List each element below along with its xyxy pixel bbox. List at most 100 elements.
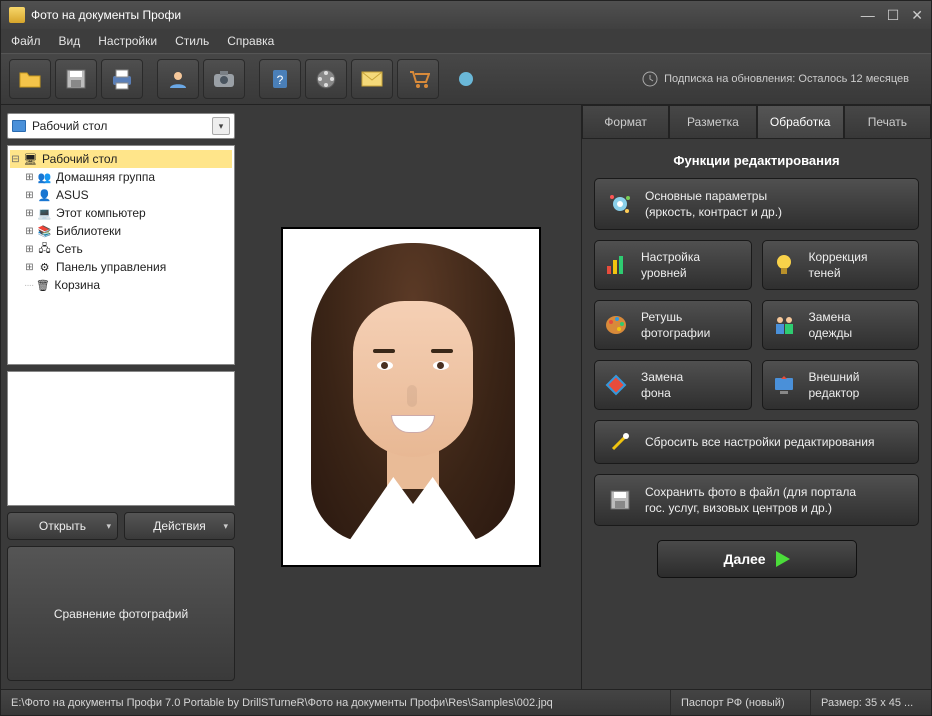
next-label: Далее — [723, 551, 765, 567]
print-icon[interactable] — [101, 59, 143, 99]
tab-processing[interactable]: Обработка — [757, 105, 844, 139]
next-button[interactable]: Далее — [657, 540, 857, 578]
network-icon: 🖧 — [37, 242, 52, 257]
main-params-label: Основные параметры (яркость, контраст и … — [645, 188, 782, 220]
cart-icon[interactable] — [397, 59, 439, 99]
menubar: Файл Вид Настройки Стиль Справка — [1, 29, 931, 53]
film-reel-icon[interactable] — [305, 59, 347, 99]
save-file-button[interactable]: Сохранить фото в файл (для портала гос. … — [594, 474, 919, 526]
close-button[interactable]: ✕ — [911, 7, 923, 24]
monitor-export-icon — [771, 372, 797, 398]
external-label: Внешний редактор — [809, 369, 860, 401]
tab-markup[interactable]: Разметка — [669, 105, 756, 139]
open-button[interactable]: Открыть▾ — [7, 512, 118, 540]
clothes-button[interactable]: Замена одежды — [762, 300, 920, 350]
shadows-label: Коррекция теней — [809, 249, 868, 281]
tree-item[interactable]: ····🗑Корзина — [10, 276, 232, 294]
maximize-button[interactable]: ☐ — [887, 7, 900, 24]
tree-item-label: Библиотеки — [56, 224, 121, 238]
homegroup-icon: 👥 — [37, 170, 52, 185]
help-book-icon[interactable]: ? — [259, 59, 301, 99]
tree-item[interactable]: ⊞🖧Сеть — [10, 240, 232, 258]
toolbar: ? Подписка на обновления: Осталось 12 ме… — [1, 53, 931, 105]
reset-button[interactable]: Сбросить все настройки редактирования — [594, 420, 919, 464]
status-path: E:\Фото на документы Профи 7.0 Portable … — [1, 690, 671, 715]
tab-format[interactable]: Формат — [582, 105, 669, 139]
main-params-button[interactable]: Основные параметры (яркость, контраст и … — [594, 178, 919, 230]
info-dot-icon[interactable] — [459, 72, 473, 86]
thumbnail-panel[interactable] — [7, 371, 235, 506]
recycle-bin-icon: 🗑 — [35, 278, 50, 293]
statusbar: E:\Фото на документы Профи 7.0 Portable … — [1, 689, 931, 715]
main-area: Рабочий стол ▾ ⊟🖥 Рабочий стол ⊞👥Домашня… — [1, 105, 931, 689]
menu-style[interactable]: Стиль — [175, 34, 209, 48]
window-title: Фото на документы Профи — [31, 8, 861, 22]
levels-label: Настройка уровней — [641, 249, 700, 281]
tree-root[interactable]: ⊟🖥 Рабочий стол — [10, 150, 232, 168]
clothes-label: Замена одежды — [809, 309, 853, 341]
menu-help[interactable]: Справка — [227, 34, 274, 48]
computer-icon: 💻 — [37, 206, 52, 221]
retouch-button[interactable]: Ретушь фотографии — [594, 300, 752, 350]
location-combo[interactable]: Рабочий стол ▾ — [7, 113, 235, 139]
gear-sparkle-icon — [607, 191, 633, 217]
wand-icon — [607, 429, 633, 455]
tree-item[interactable]: ⊞⚙Панель управления — [10, 258, 232, 276]
menu-settings[interactable]: Настройки — [98, 34, 157, 48]
menu-file[interactable]: Файл — [11, 34, 41, 48]
app-icon — [9, 7, 25, 23]
mail-icon[interactable] — [351, 59, 393, 99]
tree-item[interactable]: ⊞💻Этот компьютер — [10, 204, 232, 222]
floppy-icon — [607, 487, 633, 513]
actions-button[interactable]: Действия▾ — [124, 512, 235, 540]
levels-button[interactable]: Настройка уровней — [594, 240, 752, 290]
camera-icon[interactable] — [203, 59, 245, 99]
bars-icon — [603, 252, 629, 278]
tree-item-label: Домашняя группа — [56, 170, 155, 184]
libraries-icon: 📚 — [37, 224, 52, 239]
portrait-icon[interactable] — [157, 59, 199, 99]
retouch-label: Ретушь фотографии — [641, 309, 710, 341]
tree-root-label: Рабочий стол — [42, 152, 117, 166]
people-swap-icon — [771, 312, 797, 338]
folder-open-icon[interactable] — [9, 59, 51, 99]
monitor-icon — [12, 120, 26, 132]
tree-item[interactable]: ⊞📚Библиотеки — [10, 222, 232, 240]
background-button[interactable]: Замена фона — [594, 360, 752, 410]
tree-item-label: Корзина — [54, 278, 100, 292]
palette-icon — [603, 312, 629, 338]
shadows-button[interactable]: Коррекция теней — [762, 240, 920, 290]
titlebar: Фото на документы Профи — ☐ ✕ — [1, 1, 931, 29]
photo-preview[interactable] — [281, 227, 541, 567]
right-panel: Формат Разметка Обработка Печать Функции… — [581, 105, 931, 689]
svg-text:?: ? — [277, 73, 284, 87]
arrow-right-icon — [776, 551, 790, 567]
tree-item-label: Сеть — [56, 242, 83, 256]
functions-area: Основные параметры (яркость, контраст и … — [582, 178, 931, 526]
window-controls: — ☐ ✕ — [861, 7, 923, 24]
lightbulb-icon — [771, 252, 797, 278]
tree-item[interactable]: ⊞👤ASUS — [10, 186, 232, 204]
save-icon[interactable] — [55, 59, 97, 99]
status-doc-type: Паспорт РФ (новый) — [671, 690, 811, 715]
location-combo-label: Рабочий стол — [32, 119, 212, 133]
tree-item-label: Этот компьютер — [56, 206, 146, 220]
reset-label: Сбросить все настройки редактирования — [645, 434, 875, 450]
menu-view[interactable]: Вид — [59, 34, 81, 48]
chevron-down-icon[interactable]: ▾ — [212, 117, 230, 135]
preview-area — [241, 105, 581, 689]
app-window: Фото на документы Профи — ☐ ✕ Файл Вид Н… — [0, 0, 932, 716]
monitor-icon: 🖥 — [23, 152, 38, 167]
tab-print[interactable]: Печать — [844, 105, 931, 139]
external-editor-button[interactable]: Внешний редактор — [762, 360, 920, 410]
background-label: Замена фона — [641, 369, 683, 401]
tree-item[interactable]: ⊞👥Домашняя группа — [10, 168, 232, 186]
subscription-label: Подписка на обновления: Осталось 12 меся… — [664, 73, 909, 85]
minimize-button[interactable]: — — [861, 7, 875, 24]
folder-tree[interactable]: ⊟🖥 Рабочий стол ⊞👥Домашняя группа ⊞👤ASUS… — [7, 145, 235, 365]
subscription-status: Подписка на обновления: Осталось 12 меся… — [642, 71, 923, 87]
status-size: Размер: 35 x 45 ... — [811, 690, 931, 715]
compare-button[interactable]: Сравнение фотографий — [7, 546, 235, 681]
left-panel: Рабочий стол ▾ ⊟🖥 Рабочий стол ⊞👥Домашня… — [1, 105, 241, 689]
control-panel-icon: ⚙ — [37, 260, 52, 275]
